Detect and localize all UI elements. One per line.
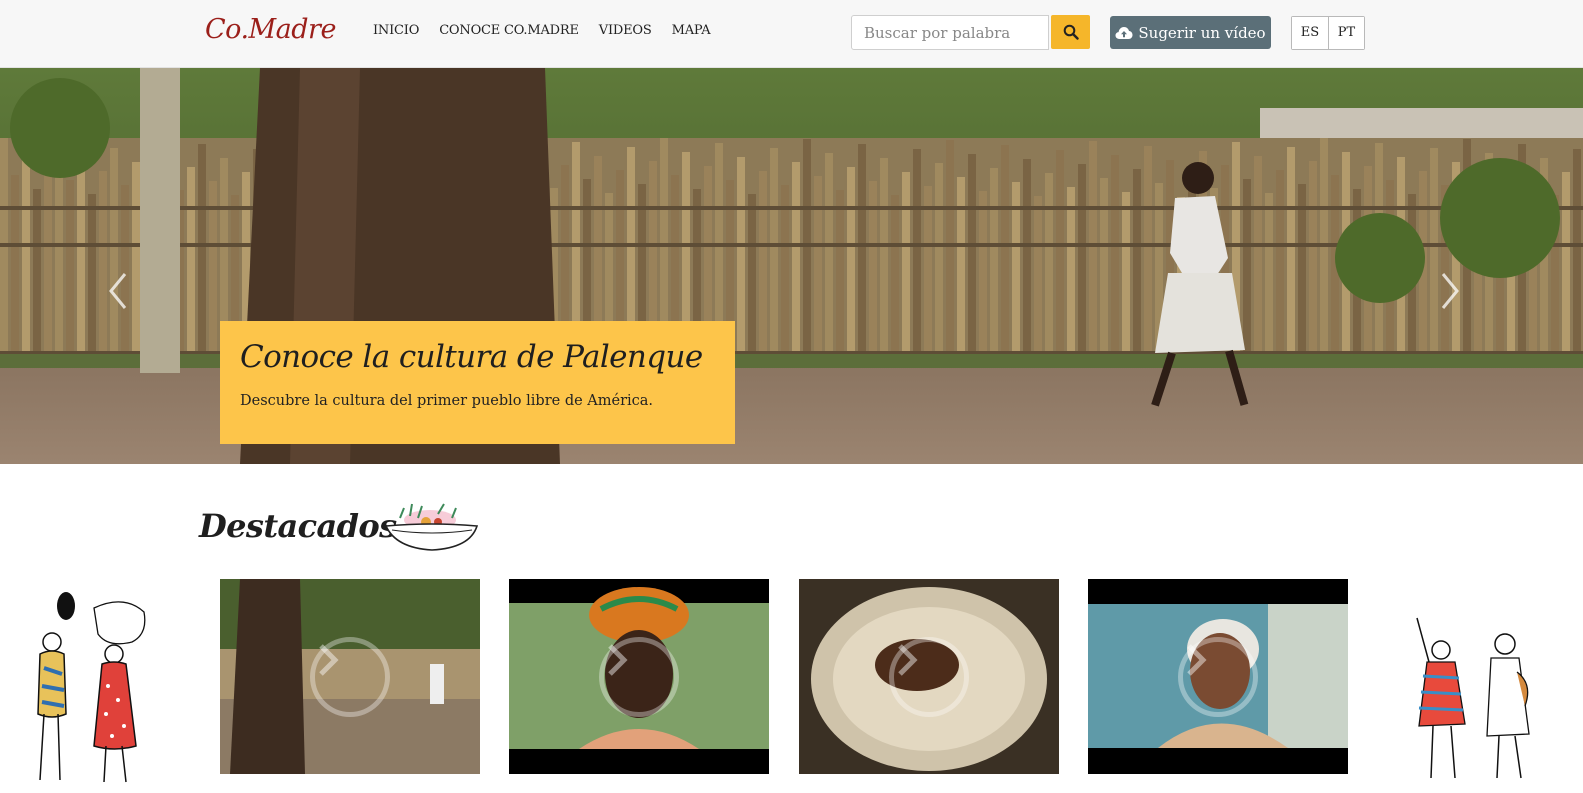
fence-post	[1287, 147, 1295, 368]
fence-post	[132, 162, 140, 368]
fence-post	[88, 194, 96, 368]
fence-post	[990, 168, 998, 368]
couple-illustration-right	[1416, 617, 1530, 779]
hero-subtitle: Descubre la cultura del primer pueblo li…	[240, 393, 654, 409]
fence-post	[924, 186, 932, 368]
carousel-prev-button[interactable]	[98, 266, 138, 316]
fence-post	[110, 148, 118, 368]
fence-post	[737, 157, 745, 368]
logo[interactable]: Co.Madre	[205, 14, 336, 45]
fence-post	[858, 144, 866, 368]
play-icon	[889, 636, 969, 717]
fence-post	[957, 177, 965, 368]
fence-post	[1067, 187, 1075, 368]
fence-post	[836, 190, 844, 368]
fence-post	[814, 176, 822, 368]
fence-post	[880, 158, 888, 368]
play-icon	[310, 636, 390, 717]
language-switcher: ES PT	[1291, 16, 1365, 50]
fence-post	[935, 163, 943, 368]
fence-post	[1078, 164, 1086, 368]
nav-item-videos[interactable]: VIDEOS	[599, 23, 652, 38]
fence-post	[44, 166, 52, 368]
fence-post	[1430, 148, 1438, 368]
search-button[interactable]	[1051, 15, 1090, 49]
fence-post	[825, 153, 833, 368]
featured-video-card-2[interactable]	[509, 579, 769, 774]
fence-post	[1320, 138, 1328, 368]
fence-post	[792, 162, 800, 368]
chevron-right-icon	[1441, 273, 1459, 309]
featured-title: Destacados	[199, 507, 397, 545]
fence-post	[748, 194, 756, 368]
fence-post	[33, 189, 41, 368]
couple-illustration-left	[37, 592, 146, 783]
suggest-video-button[interactable]: Sugerir un vídeo	[1110, 16, 1271, 49]
fence-post	[77, 157, 85, 368]
hero-carousel: Conoce la cultura de Palenque Descubre l…	[0, 68, 1583, 464]
fence-post	[22, 152, 30, 368]
fence-post	[1298, 184, 1306, 368]
lang-es[interactable]: ES	[1292, 17, 1328, 49]
fence-post	[1276, 170, 1284, 368]
fence-post	[1045, 173, 1053, 368]
fence-post	[1089, 141, 1097, 368]
search-input[interactable]	[851, 15, 1049, 50]
play-icon	[1178, 636, 1258, 717]
fence-post	[1122, 192, 1130, 368]
cloud-upload-icon	[1115, 26, 1133, 39]
fence-post	[1056, 150, 1064, 368]
chevron-left-icon	[109, 273, 127, 309]
fence-post	[1265, 193, 1273, 368]
fence-post	[11, 175, 19, 368]
fence-post	[1309, 161, 1317, 368]
nav-item-inicio[interactable]: INICIO	[373, 23, 419, 38]
search-icon	[1063, 24, 1079, 40]
fence-post	[968, 154, 976, 368]
featured-video-card-4[interactable]	[1088, 579, 1348, 774]
fence-post	[1254, 156, 1262, 368]
nav-item-conoce[interactable]: CONOCE CO.MADRE	[439, 23, 579, 38]
bowl-illustration	[384, 503, 479, 551]
hero-title: Conoce la cultura de Palenque	[240, 339, 703, 375]
fence-post	[187, 167, 195, 368]
carousel-next-button[interactable]	[1430, 266, 1470, 316]
fence-post	[198, 144, 206, 368]
fence-post	[979, 191, 987, 368]
fence-post	[1034, 196, 1042, 368]
fence-post	[1023, 159, 1031, 368]
fence-post	[1144, 146, 1152, 368]
fence-post	[1562, 172, 1570, 368]
fence-post	[1133, 169, 1141, 368]
fence-post	[1573, 149, 1581, 368]
fence-post	[759, 171, 767, 368]
fence-post	[781, 185, 789, 368]
suggest-video-label: Sugerir un vídeo	[1138, 23, 1266, 42]
play-icon	[599, 636, 679, 717]
fence-post	[770, 148, 778, 368]
fence-post	[803, 139, 811, 368]
lang-pt[interactable]: PT	[1328, 17, 1364, 49]
hero-caption[interactable]: Conoce la cultura de Palenque Descubre l…	[220, 321, 735, 444]
main-nav: INICIO CONOCE CO.MADRE VIDEOS MAPA	[373, 23, 711, 38]
fence-post	[913, 149, 921, 368]
featured-video-card-1[interactable]	[220, 579, 480, 774]
fence-post	[0, 138, 8, 368]
fence-post	[1001, 145, 1009, 368]
fence-post	[946, 140, 954, 368]
fence-post	[891, 195, 899, 368]
fence-post	[847, 167, 855, 368]
fence-post	[902, 172, 910, 368]
top-bar: Co.Madre INICIO CONOCE CO.MADRE VIDEOS M…	[0, 0, 1583, 68]
featured-video-card-3[interactable]	[799, 579, 1059, 774]
nav-item-mapa[interactable]: MAPA	[672, 23, 711, 38]
fence-post	[1111, 155, 1119, 368]
